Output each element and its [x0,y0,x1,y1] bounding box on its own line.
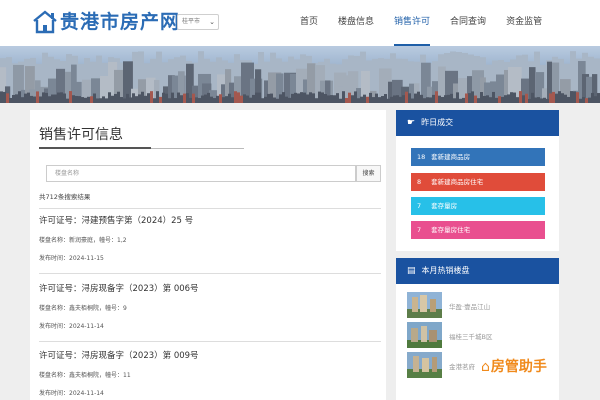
nav-home[interactable]: 首页 [300,0,318,46]
hot-sales-title: 本月热销楼盘 [421,266,470,275]
chevron-down-icon: ⌄ [209,18,215,26]
yesterday-deals-header: ☛ 昨日成交 [396,110,559,136]
nav-properties[interactable]: 楼盘信息 [338,0,374,46]
permit-building: 楼盘名称：鑫夫栢桐院，幢号：11 [39,372,131,379]
stat-label: 套存量房住宅 [431,226,471,234]
stat-count: 7 [417,226,422,234]
stat-new-commercial[interactable]: 18 套新建商品房 [411,148,545,166]
skyline-image [0,51,600,103]
title-divider [151,148,244,149]
app-watermark: ⌂房管助手 [476,354,552,380]
result-count: 共712条搜索结果 [39,193,91,201]
property-thumbnail[interactable] [407,322,442,348]
list-divider [39,341,381,342]
stat-label: 套新建商品房住宅 [431,178,484,186]
permit-number[interactable]: 许可证号：浔建预售字第（2024）25 号 [39,214,379,228]
city-select[interactable]: 桂平市 ⌄ [177,14,219,30]
house-watermark-icon: ⌂ [481,359,490,375]
hot-sales-header: ▤ 本月热销楼盘 [396,258,559,284]
list-divider [39,273,381,274]
stat-new-residential[interactable]: 8 套新建商品房住宅 [411,173,545,191]
search-input[interactable]: 楼盘名称 [46,165,356,182]
nav-sales-permit[interactable]: 销售许可 [394,0,431,46]
site-logo[interactable]: 贵港市房产网 [32,9,180,35]
permit-date: 发布时间：2024-11-14 [39,390,104,397]
hot-property-item[interactable]: 福桂三千城B区 [407,322,557,348]
stat-existing[interactable]: 7 套存量房 [411,197,545,215]
property-name[interactable]: 金港茗府 [449,361,475,371]
hot-property-item[interactable]: 华盈·壹品江山 [407,292,557,318]
stat-label: 套新建商品房 [431,153,471,161]
title-underline [39,147,151,149]
property-thumbnail[interactable] [407,292,442,318]
permit-number[interactable]: 许可证号：浔房现备字（2023）第 009号 [39,349,379,363]
permit-item[interactable]: 许可证号：浔房现备字（2023）第 006号 楼盘名称：鑫夫栢桐院，幢号：9 发… [39,282,379,331]
page-title: 销售许可信息 [39,127,123,143]
yesterday-deals-title: 昨日成交 [421,118,454,127]
yesterday-deals-panel: ☛ 昨日成交 18 套新建商品房 8 套新建商品房住宅 7 套存量房 7 套存量房… [396,110,559,251]
search-button[interactable]: 搜索 [356,165,381,182]
stat-count: 7 [417,202,422,210]
permit-panel: 销售许可信息 楼盘名称 搜索 共712条搜索结果 许可证号：浔建预售字第（202… [30,110,386,400]
permit-number[interactable]: 许可证号：浔房现备字（2023）第 006号 [39,282,379,296]
property-thumbnail[interactable] [407,352,442,378]
stat-existing-residential[interactable]: 7 套存量房住宅 [411,221,545,239]
house-logo-icon [33,10,57,34]
property-name[interactable]: 福桂三千城B区 [449,331,492,341]
stat-label: 套存量房 [431,202,458,210]
permit-item[interactable]: 许可证号：浔房现备字（2023）第 009号 楼盘名称：鑫夫栢桐院，幢号：11 … [39,349,379,398]
main-nav: 首页 楼盘信息 销售许可 合同查询 资金监管 [300,0,562,46]
site-title: 贵港市房产网 [60,11,181,33]
watermark-text: 房管助手 [490,359,547,375]
permit-date: 发布时间：2024-11-14 [39,323,104,330]
property-name[interactable]: 华盈·壹品江山 [449,301,490,311]
permit-building: 楼盘名称：鑫夫栢桐院，幢号：9 [39,305,127,312]
thumbs-up-icon: ☛ [407,118,416,128]
permit-date: 发布时间：2024-11-15 [39,255,104,262]
city-skyline-banner [0,46,600,103]
stat-count: 18 [417,153,426,161]
stat-count: 8 [417,178,422,186]
permit-building: 楼盘名称：新润豪庭，幢号：1,2 [39,237,127,244]
document-icon: ▤ [407,266,416,276]
nav-fund-supervision[interactable]: 资金监管 [506,0,542,46]
permit-item[interactable]: 许可证号：浔建预售字第（2024）25 号 楼盘名称：新润豪庭，幢号：1,2 发… [39,214,379,263]
list-divider [39,208,381,209]
top-bar: 贵港市房产网 桂平市 ⌄ 首页 楼盘信息 销售许可 合同查询 资金监管 [0,0,600,46]
city-select-value: 桂平市 [182,18,201,25]
nav-contract-query[interactable]: 合同查询 [450,0,486,46]
